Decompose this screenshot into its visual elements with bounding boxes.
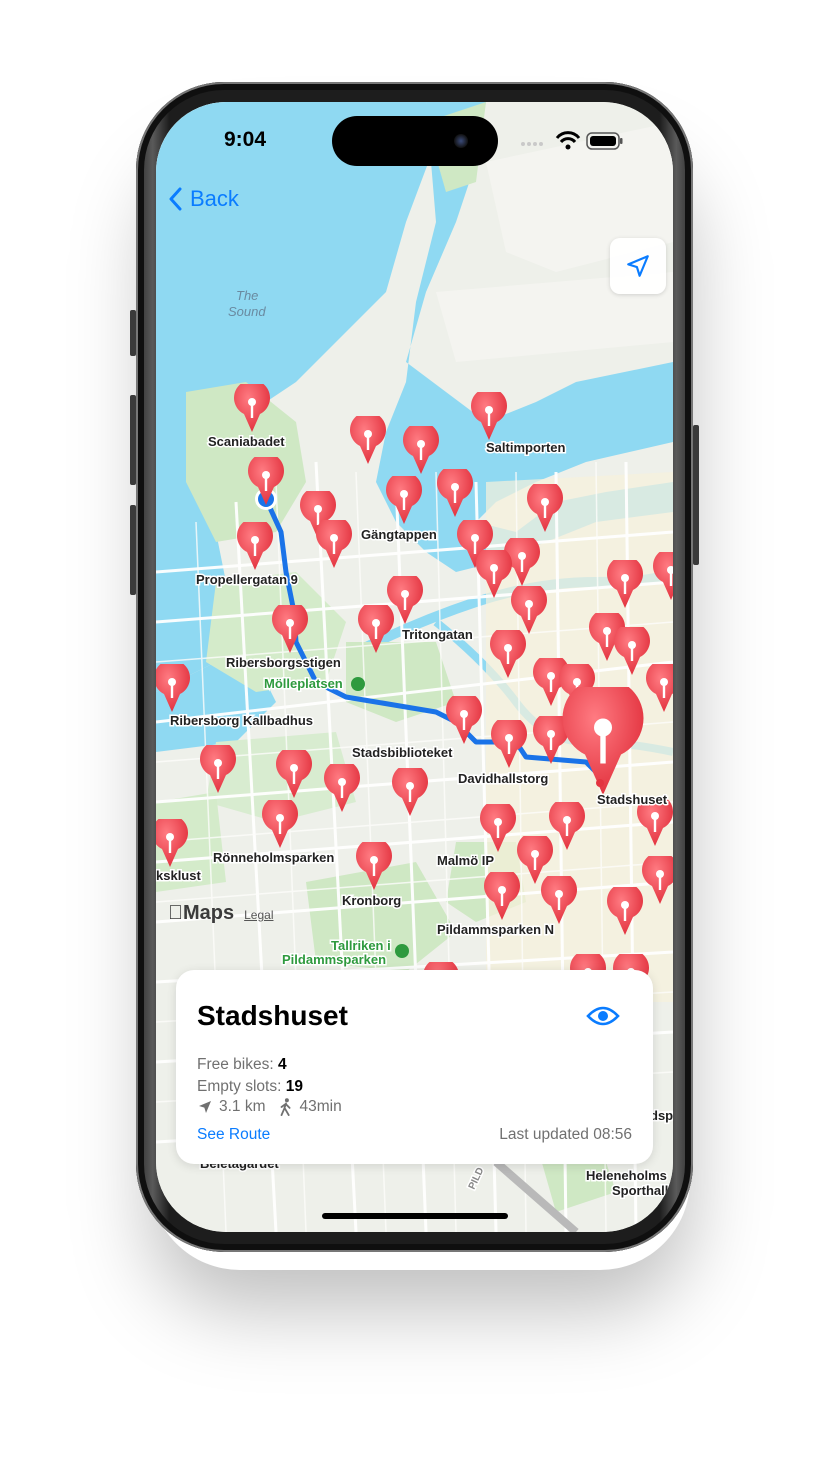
poi-label: Pildammsparken [282,952,386,967]
volume-up-button [130,395,136,485]
current-location-button[interactable] [610,238,666,294]
map-label: Pildammsparken N [437,922,554,937]
water-label-line1: The [236,288,258,303]
map-label: Propellergatan 9 [196,572,298,587]
map-label: Stadshuset [597,792,668,807]
see-route-link[interactable]: See Route [197,1126,270,1144]
chevron-left-icon [169,187,182,211]
home-indicator[interactable] [322,1213,508,1219]
power-button [693,425,699,565]
location-arrow-icon [199,1101,211,1113]
map-label: dsp [650,1108,673,1123]
map-label: Heleneholms [586,1168,667,1183]
walk-time-value: 43min [299,1098,342,1115]
map-label: Ribersborg Kallbadhus [170,713,313,728]
screen: The Sound Scaniabadet Saltimporten Gängt… [156,102,673,1232]
maps-attribution: Maps Legal [168,902,274,925]
location-arrow-icon [627,255,649,277]
status-bar: 9:04 [156,102,673,166]
maps-brand: Maps [168,902,234,924]
map-label: Davidhallstorg [458,771,548,786]
map-label: ksklust [156,868,201,883]
map-label: Ribersborgsstigen [226,655,341,670]
status-icons [521,131,623,150]
poi-label: Tallriken i [331,938,391,953]
empty-slots-value: 19 [285,1078,303,1095]
volume-down-button [130,505,136,595]
eye-icon[interactable] [586,1004,620,1028]
back-label: Back [190,186,239,211]
last-updated-text: Last updated 08:56 [499,1126,632,1143]
walking-icon [280,1098,291,1116]
back-button[interactable]: Back [168,186,239,212]
map-label: Stadsbiblioteket [352,745,453,760]
distance-row: 3.1 km 43min [197,1098,342,1116]
map-label: Saltimporten [486,440,566,455]
mute-switch [130,310,136,356]
water-label-line2: Sound [228,304,266,319]
apple-logo-icon:  [168,902,183,924]
map-label: Sporthall [612,1183,668,1198]
empty-slots-row: Empty slots: 19 [197,1078,303,1095]
station-card: Stadshuset Free bikes: 4 Empty slots: 19… [176,970,653,1164]
station-title: Stadshuset [197,1000,348,1031]
map-label: Gängtappen [361,527,437,542]
dynamic-island [332,116,498,166]
map-label: Malmö IP [437,853,494,868]
poi-label: Mölleplatsen [264,676,343,691]
map-label: Scaniabadet [208,434,285,449]
legal-link[interactable]: Legal [244,908,273,922]
distance-value: 3.1 km [219,1098,266,1115]
status-time: 9:04 [224,128,267,151]
map-label: Rönneholmsparken [213,850,334,865]
map-label: Tritongatan [402,627,473,642]
map-label: Kronborg [342,893,401,908]
free-bikes-value: 4 [277,1056,287,1073]
free-bikes-row: Free bikes: 4 [197,1056,287,1073]
